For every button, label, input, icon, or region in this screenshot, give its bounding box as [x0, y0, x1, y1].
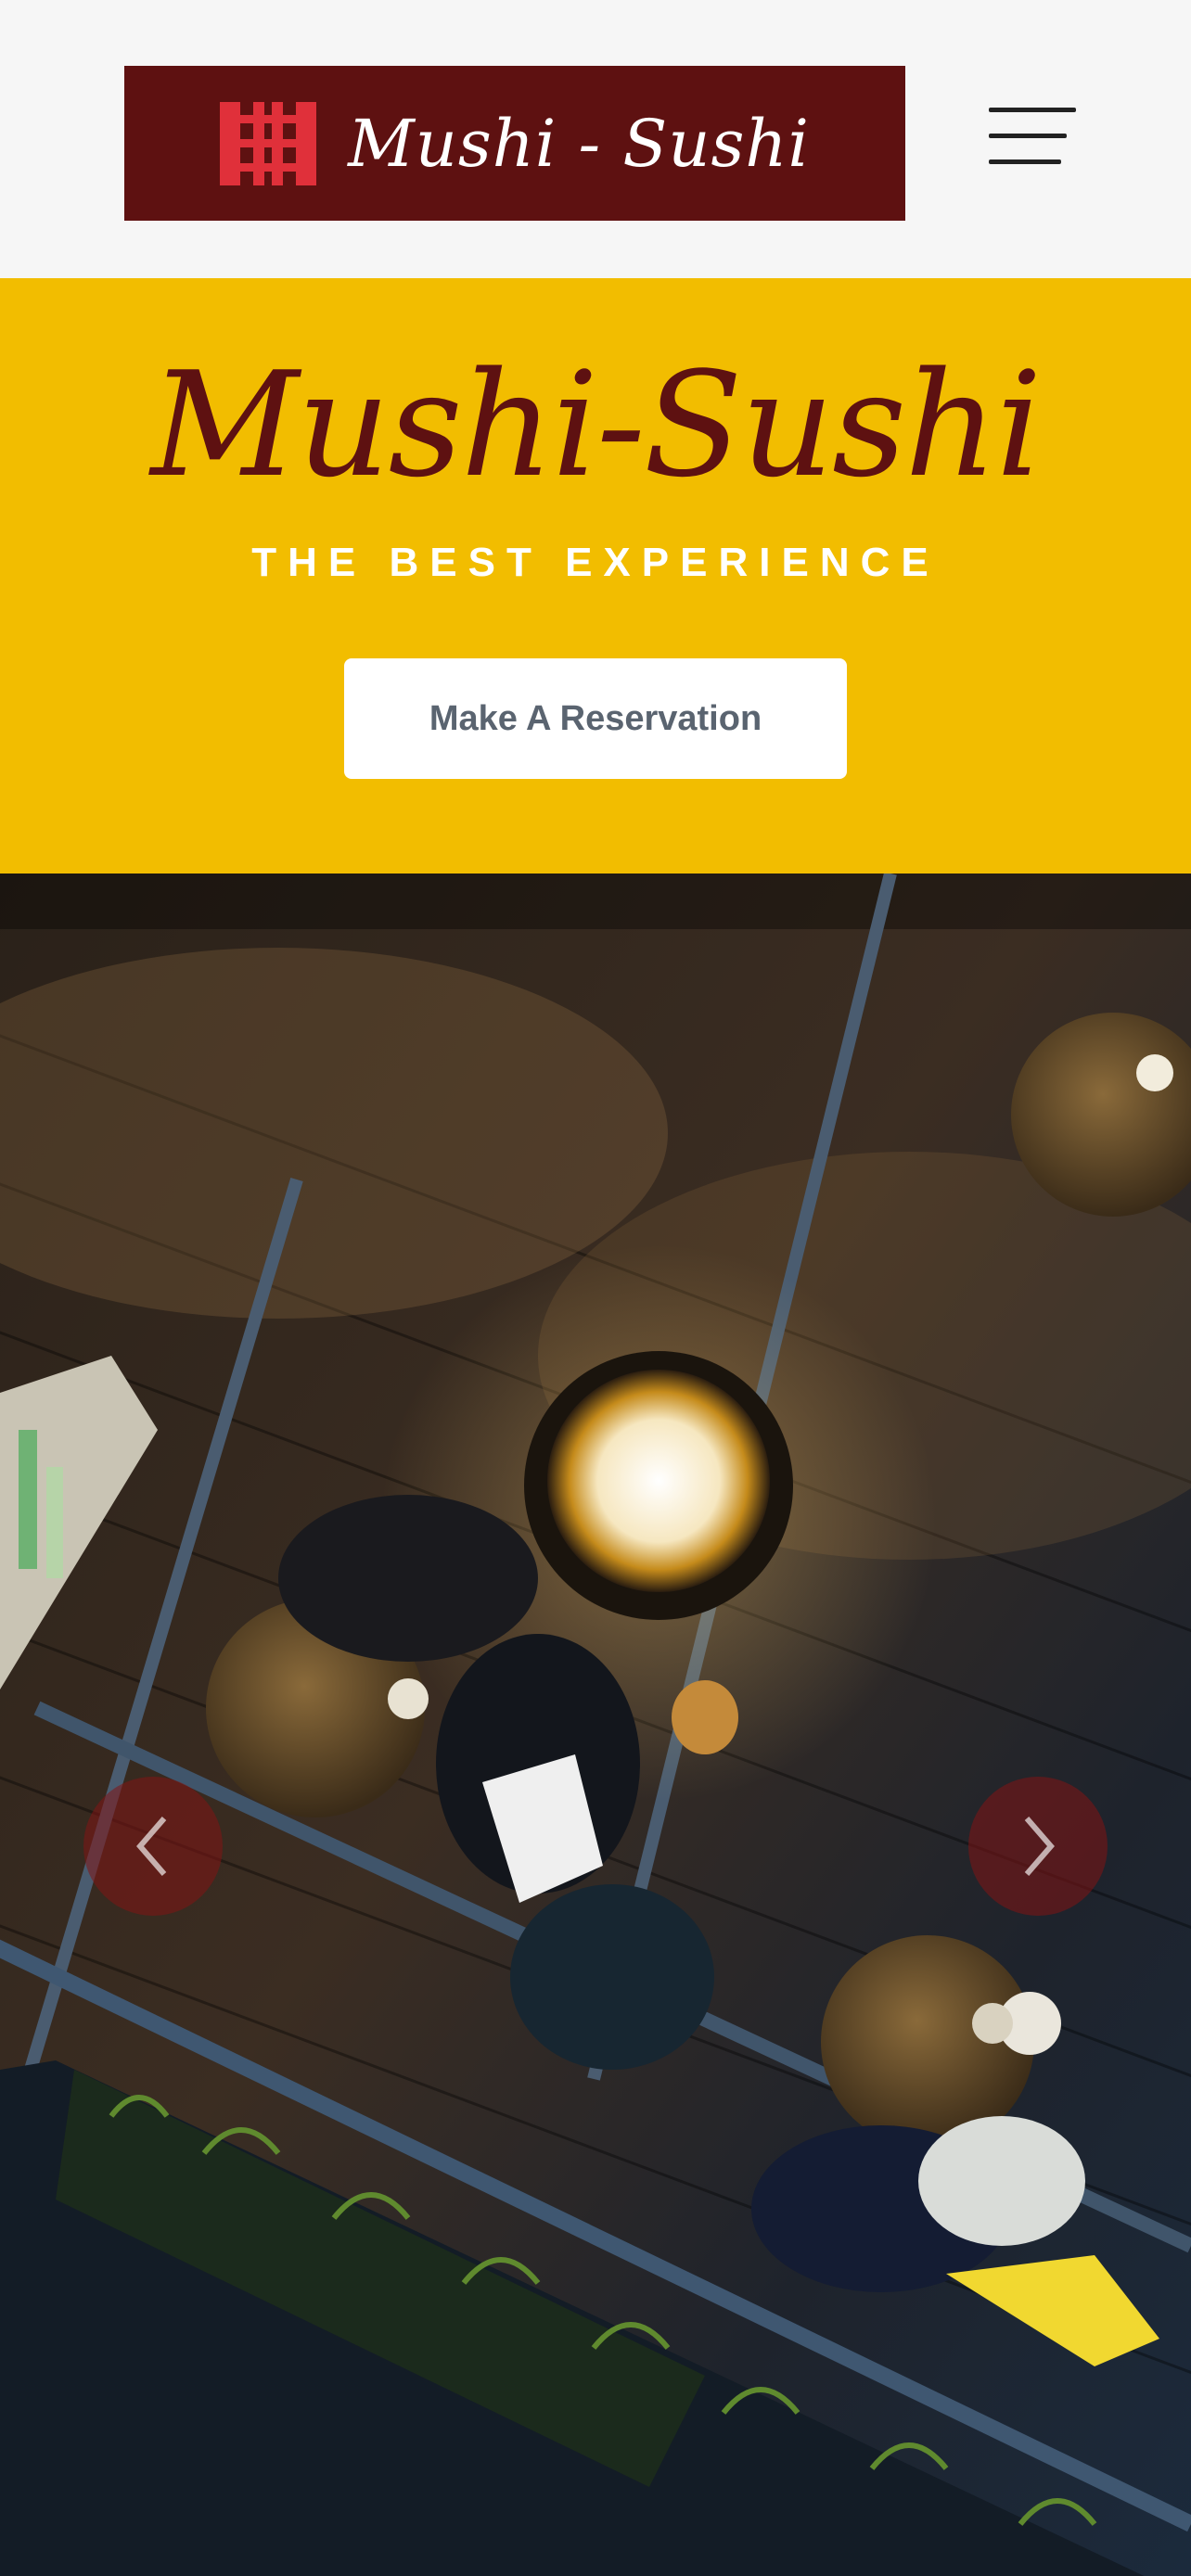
carousel-prev-button[interactable] [83, 1777, 223, 1916]
make-reservation-button[interactable]: Make A Reservation [344, 658, 847, 779]
hero-section: Mushi-Sushi THE BEST EXPERIENCE Make A R… [0, 278, 1191, 874]
chevron-left-icon [136, 1817, 167, 1876]
restaurant-interior-photo [0, 874, 1191, 2576]
logo[interactable]: Mushi - Sushi [124, 66, 905, 221]
hamburger-menu-icon[interactable] [989, 102, 1076, 169]
chevron-right-icon [1024, 1817, 1055, 1876]
carousel-next-button[interactable] [968, 1777, 1108, 1916]
hero-title: Mushi-Sushi [150, 340, 1042, 509]
logo-text: Mushi - Sushi [348, 105, 810, 182]
site-header: Mushi - Sushi [0, 0, 1191, 278]
shoji-screen-icon [220, 101, 317, 185]
hero-subtitle: THE BEST EXPERIENCE [251, 540, 940, 585]
